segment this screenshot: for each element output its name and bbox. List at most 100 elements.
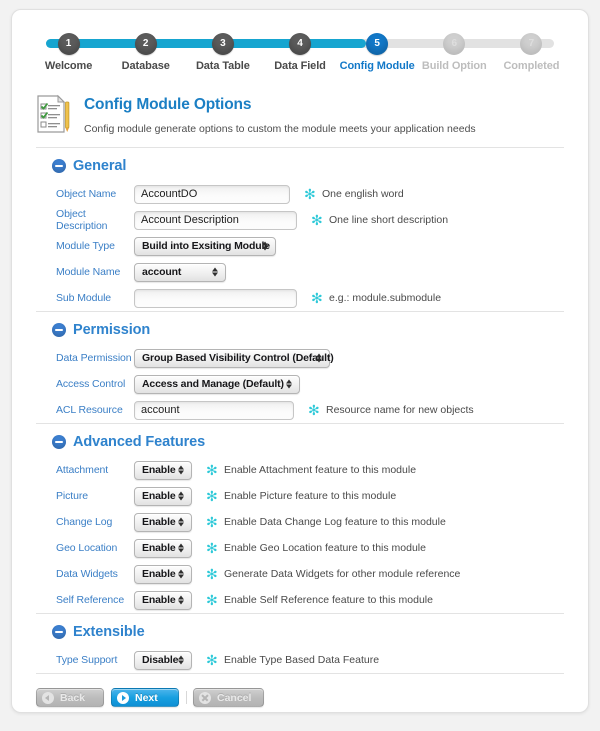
field-label: Object Name — [36, 188, 134, 200]
wizard-progress: 1Welcome2Database3Data Table4Data Field5… — [30, 23, 570, 79]
cancel-button[interactable]: Cancel — [193, 688, 264, 707]
select-value: Enable — [142, 464, 176, 476]
collapse-minus-icon[interactable] — [52, 625, 66, 639]
required-star-icon: ✻ — [206, 567, 215, 581]
input-sub-module[interactable] — [134, 289, 297, 308]
section-header-general[interactable]: General — [36, 148, 564, 181]
select-module-type[interactable]: Build into Exsiting Module — [134, 237, 276, 256]
field-control: Enable — [134, 565, 192, 584]
button-separator — [186, 691, 187, 704]
section-header-extensible[interactable]: Extensible — [36, 614, 564, 647]
required-star-icon: ✻ — [206, 653, 215, 667]
select-module-name[interactable]: account — [134, 263, 226, 282]
field-hint: Resource name for new objects — [326, 404, 474, 416]
select-access-control[interactable]: Access and Manage (Default) — [134, 375, 300, 394]
section-title: General — [73, 158, 126, 174]
wizard-card: 1Welcome2Database3Data Table4Data Field5… — [11, 9, 589, 713]
field-control: Build into Exsiting Module — [134, 237, 276, 256]
select-self-reference[interactable]: Enable — [134, 591, 192, 610]
x-circle-icon — [199, 692, 211, 704]
select-value: Enable — [142, 490, 176, 502]
wizard-step-data-field[interactable]: 4 Data Field — [261, 23, 338, 79]
select-value: Enable — [142, 568, 176, 580]
back-button[interactable]: Back — [36, 688, 104, 707]
wizard-step-label: Data Field — [261, 60, 338, 72]
form-row: Module Nameaccount✻ — [36, 259, 564, 285]
select-updown-arrows-icon — [212, 266, 219, 279]
field-control: Enable — [134, 461, 192, 480]
wizard-step-number: 4 — [289, 33, 311, 55]
form-row: Data PermissionGroup Based Visibility Co… — [36, 345, 564, 371]
form-row: Sub Module✻e.g.: module.submodule — [36, 285, 564, 311]
field-hint: Enable Self Reference feature to this mo… — [224, 594, 433, 606]
page-title: Config Module Options — [84, 96, 476, 114]
field-control: Enable — [134, 513, 192, 532]
collapse-minus-icon[interactable] — [52, 323, 66, 337]
field-hint: Generate Data Widgets for other module r… — [224, 568, 460, 580]
wizard-step-number: 5 — [366, 33, 388, 55]
select-change-log[interactable]: Enable — [134, 513, 192, 532]
select-value: account — [142, 266, 181, 278]
select-updown-arrows-icon — [316, 352, 323, 365]
field-hint: e.g.: module.submodule — [329, 292, 441, 304]
form-row: AttachmentEnable✻Enable Attachment featu… — [36, 457, 564, 483]
collapse-minus-icon[interactable] — [52, 435, 66, 449]
wizard-step-label: Config Module — [339, 60, 416, 72]
input-acl-resource[interactable] — [134, 401, 294, 420]
input-object-description[interactable] — [134, 211, 297, 230]
field-control — [134, 185, 290, 204]
cancel-button-label: Cancel — [217, 692, 251, 704]
field-label: Attachment — [36, 464, 134, 476]
select-type-support[interactable]: Disable — [134, 651, 192, 670]
wizard-step-label: Build Option — [416, 60, 493, 72]
section-header-permission[interactable]: Permission — [36, 312, 564, 345]
checklist-pencil-icon — [36, 94, 70, 134]
form-row: Change LogEnable✻Enable Data Change Log … — [36, 509, 564, 535]
field-control: Enable — [134, 591, 192, 610]
field-control: Enable — [134, 539, 192, 558]
wizard-step-database[interactable]: 2Database — [107, 23, 184, 79]
field-control: Enable — [134, 487, 192, 506]
field-hint: Enable Data Change Log feature to this m… — [224, 516, 446, 528]
field-hint: Enable Attachment feature to this module — [224, 464, 416, 476]
select-updown-arrows-icon — [178, 516, 185, 529]
form-row: PictureEnable✻Enable Picture feature to … — [36, 483, 564, 509]
wizard-step-list: 1Welcome2Database3Data Table4Data Field5… — [30, 23, 570, 79]
wizard-step-label: Database — [107, 60, 184, 72]
wizard-step-label: Data Table — [184, 60, 261, 72]
field-label: Module Type — [36, 240, 134, 252]
form-row: Access Control Access and Manage (Default… — [36, 371, 564, 397]
field-hint: Enable Picture feature to this module — [224, 490, 396, 502]
required-star-icon: ✻ — [206, 593, 215, 607]
field-hint: One line short description — [329, 214, 448, 226]
field-label: Sub Module — [36, 292, 134, 304]
select-value: Access and Manage (Default) — [142, 378, 284, 390]
arrow-left-circle-icon — [42, 692, 54, 704]
section-header-advanced-features[interactable]: Advanced Features — [36, 424, 564, 457]
wizard-step-config-module[interactable]: 5 Config Module — [339, 23, 416, 79]
wizard-step-build-option[interactable]: 6 Build Option — [416, 23, 493, 79]
field-label: Access Control — [36, 378, 134, 390]
next-button[interactable]: Next — [111, 688, 179, 707]
wizard-step-completed[interactable]: 7Completed — [493, 23, 570, 79]
select-data-permission[interactable]: Group Based Visibility Control (Default) — [134, 349, 330, 368]
wizard-step-number: 6 — [443, 33, 465, 55]
field-control: account — [134, 263, 226, 282]
select-updown-arrows-icon — [178, 464, 185, 477]
collapse-minus-icon[interactable] — [52, 159, 66, 173]
select-updown-arrows-icon — [178, 542, 185, 555]
required-star-icon: ✻ — [308, 403, 317, 417]
form-row: Type SupportDisable✻Enable Type Based Da… — [36, 647, 564, 673]
wizard-step-welcome[interactable]: 1Welcome — [30, 23, 107, 79]
select-value: Enable — [142, 542, 176, 554]
select-geo-location[interactable]: Enable — [134, 539, 192, 558]
form-row: Module TypeBuild into Exsiting Module✻ — [36, 233, 564, 259]
required-star-icon: ✻ — [311, 213, 320, 227]
required-star-icon: ✻ — [206, 489, 215, 503]
divider — [36, 673, 564, 674]
select-attachment[interactable]: Enable — [134, 461, 192, 480]
select-picture[interactable]: Enable — [134, 487, 192, 506]
select-data-widgets[interactable]: Enable — [134, 565, 192, 584]
input-object-name[interactable] — [134, 185, 290, 204]
wizard-step-data-table[interactable]: 3Data Table — [184, 23, 261, 79]
